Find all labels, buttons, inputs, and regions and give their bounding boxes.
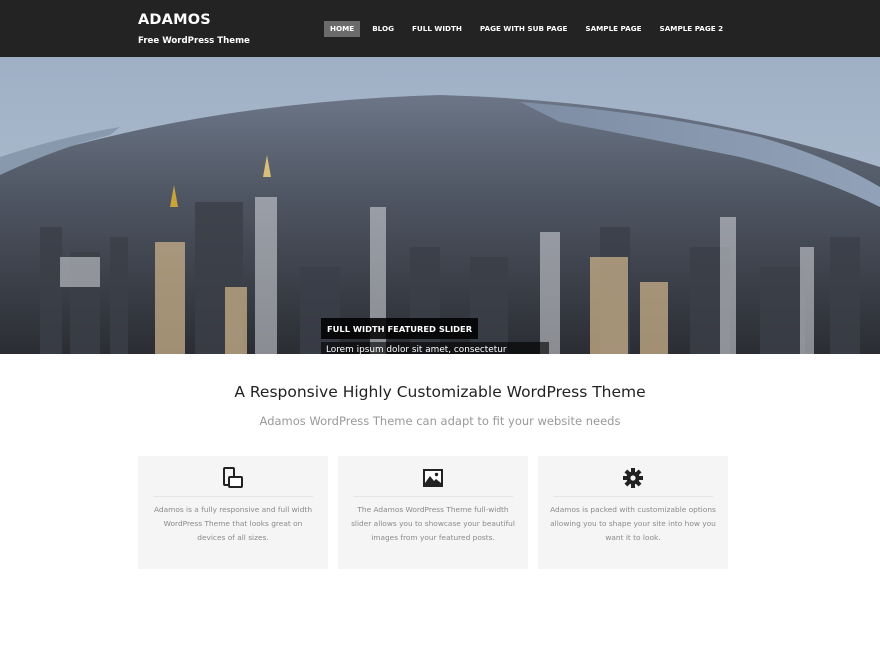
feature-box-responsive: Adamos is a fully responsive and full wi… bbox=[138, 456, 328, 569]
image-icon bbox=[338, 466, 528, 490]
feature-divider bbox=[553, 496, 713, 497]
feature-box-slider: The Adamos WordPress Theme full-width sl… bbox=[338, 456, 528, 569]
nav-item-full-width[interactable]: FULL WIDTH bbox=[406, 21, 468, 37]
nav-item-page-with-sub-page[interactable]: PAGE WITH SUB PAGE bbox=[474, 21, 573, 37]
nav-item-home[interactable]: HOME bbox=[324, 21, 361, 37]
slider-title[interactable]: FULL WIDTH FEATURED SLIDER bbox=[321, 318, 479, 339]
nav-item-sample-page-2[interactable]: SAMPLE PAGE 2 bbox=[654, 21, 730, 37]
slider-image bbox=[0, 57, 880, 354]
site-header: ADAMOS Free WordPress Theme HOME BLOG FU… bbox=[0, 0, 880, 57]
feature-text: Adamos is packed with customizable optio… bbox=[550, 505, 716, 542]
site-description: Free WordPress Theme bbox=[138, 36, 250, 46]
gear-icon bbox=[538, 466, 728, 490]
nav-item-sample-page[interactable]: SAMPLE PAGE bbox=[579, 21, 647, 37]
site-title[interactable]: ADAMOS bbox=[138, 12, 211, 28]
feature-text: The Adamos WordPress Theme full-width sl… bbox=[351, 505, 515, 542]
nav-item-blog[interactable]: BLOG bbox=[366, 21, 400, 37]
feature-divider bbox=[353, 496, 513, 497]
features-section: Adamos is a fully responsive and full wi… bbox=[138, 456, 729, 569]
main-nav: HOME BLOG FULL WIDTH PAGE WITH SUB PAGE … bbox=[324, 21, 735, 37]
feature-text: Adamos is a fully responsive and full wi… bbox=[153, 505, 313, 542]
intro-title: A Responsive Highly Customizable WordPre… bbox=[234, 383, 646, 401]
feature-divider bbox=[153, 496, 313, 497]
intro-subtitle: Adamos WordPress Theme can adapt to fit … bbox=[259, 414, 621, 428]
slider-caption: Lorem ipsum dolor sit amet, consectetur … bbox=[321, 342, 549, 354]
devices-icon bbox=[138, 466, 328, 490]
feature-box-options: Adamos is packed with customizable optio… bbox=[538, 456, 728, 569]
featured-slider[interactable]: FULL WIDTH FEATURED SLIDER Lorem ipsum d… bbox=[0, 57, 880, 354]
